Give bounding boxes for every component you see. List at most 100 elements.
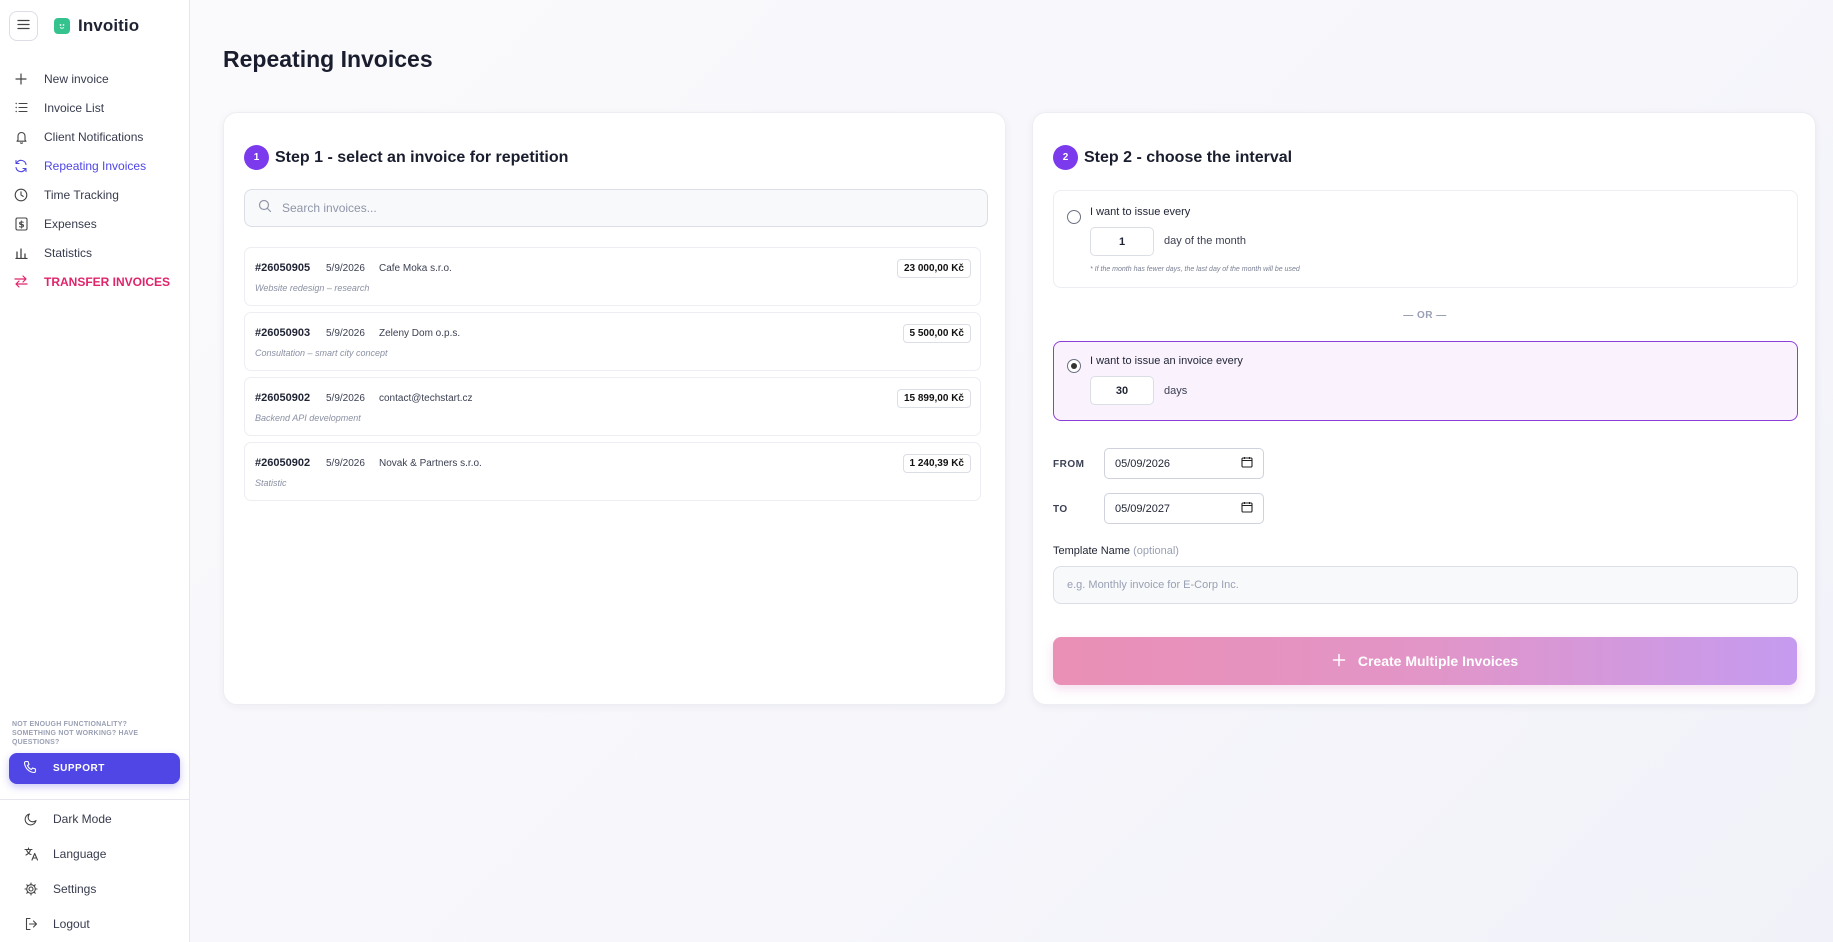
- invoice-number: #26050902: [255, 392, 311, 404]
- sidebar: Invoitio New invoice Invoice List Client…: [0, 0, 190, 942]
- invoice-amount: 5 500,00 Kč: [902, 324, 971, 343]
- app-name: Invoitio: [78, 16, 140, 35]
- moon-icon: [23, 811, 39, 827]
- interval-option-every-n-days[interactable]: I want to issue an invoice every days: [1053, 341, 1798, 421]
- gear-icon: [23, 881, 39, 897]
- step2-card: 2 Step 2 - choose the interval I want to…: [1032, 112, 1816, 705]
- step1-card: 1 Step 1 - select an invoice for repetit…: [223, 112, 1006, 705]
- step-badge: 2: [1053, 145, 1078, 170]
- to-label: TO: [1053, 504, 1068, 515]
- list-icon: [13, 100, 29, 116]
- sidebar-bottom-nav: Dark Mode Language Settings Logout: [0, 801, 190, 941]
- bottom-item-label: Logout: [53, 916, 90, 931]
- day-of-month-radio[interactable]: [1067, 210, 1081, 224]
- dollar-icon: $: [13, 216, 29, 232]
- sidebar-item-label: New invoice: [44, 71, 109, 86]
- invoice-row[interactable]: #26050902 5/9/2026 contact@techstart.cz …: [244, 377, 981, 436]
- create-button-label: Create Multiple Invoices: [1357, 653, 1519, 669]
- sidebar-item-label: Time Tracking: [44, 187, 119, 202]
- sidebar-item-repeating-invoices[interactable]: Repeating Invoices: [0, 151, 190, 180]
- sidebar-item-new-invoice[interactable]: New invoice: [0, 64, 190, 93]
- from-date-input[interactable]: 05/09/2026: [1104, 448, 1264, 479]
- or-separator: — OR —: [1403, 310, 1447, 321]
- divider: [0, 799, 190, 800]
- invoice-date: 5/9/2026: [326, 263, 365, 274]
- plus-icon: [1332, 653, 1346, 670]
- step2-header: 2 Step 2 - choose the interval: [1053, 145, 1292, 170]
- svg-text:$: $: [18, 220, 24, 230]
- sidebar-item-label: Expenses: [44, 216, 97, 231]
- settings-link[interactable]: Settings: [0, 871, 190, 906]
- step-title: Step 1 - select an invoice for repetitio…: [275, 148, 569, 166]
- sidebar-item-client-notifications[interactable]: Client Notifications: [0, 122, 190, 151]
- invoice-row[interactable]: #26050902 5/9/2026 Novak & Partners s.r.…: [244, 442, 981, 501]
- invoice-date: 5/9/2026: [326, 458, 365, 469]
- hamburger-icon: [17, 17, 30, 35]
- calendar-icon: [1241, 456, 1253, 471]
- invoice-description: Statistic: [255, 478, 287, 488]
- logout-link[interactable]: Logout: [0, 906, 190, 941]
- invoice-amount: 1 240,39 Kč: [902, 454, 971, 473]
- search-input[interactable]: [282, 201, 962, 215]
- invoice-date: 5/9/2026: [326, 393, 365, 404]
- option-label: I want to issue an invoice every: [1090, 355, 1243, 367]
- sidebar-item-label: Repeating Invoices: [44, 158, 147, 173]
- option-unit: days: [1164, 385, 1188, 397]
- days-interval-input[interactable]: [1090, 376, 1154, 405]
- sidebar-item-transfer-invoices[interactable]: TRANSFER INVOICES: [0, 267, 190, 296]
- option-unit: day of the month: [1164, 235, 1246, 247]
- sidebar-item-label: TRANSFER INVOICES: [44, 274, 171, 289]
- invoice-client: Zeleny Dom o.p.s.: [379, 328, 461, 339]
- sidebar-nav: New invoice Invoice List Client Notifica…: [0, 64, 190, 296]
- logout-icon: [23, 916, 39, 932]
- template-name-input[interactable]: [1053, 566, 1798, 604]
- transfer-icon: [13, 274, 29, 290]
- logo-icon: [54, 18, 70, 34]
- step1-header: 1 Step 1 - select an invoice for repetit…: [244, 145, 568, 170]
- menu-toggle-button[interactable]: [9, 11, 38, 41]
- invoice-description: Backend API development: [255, 413, 361, 423]
- invoice-description: Website redesign – research: [255, 283, 370, 293]
- from-date-value: 05/09/2026: [1115, 457, 1171, 470]
- translate-icon: [23, 846, 39, 862]
- invoice-row[interactable]: #26050905 5/9/2026 Cafe Moka s.r.o. Webs…: [244, 247, 981, 306]
- dark-mode-toggle[interactable]: Dark Mode: [0, 801, 190, 836]
- sidebar-item-time-tracking[interactable]: Time Tracking: [0, 180, 190, 209]
- invoice-client: Novak & Partners s.r.o.: [379, 458, 482, 469]
- invoice-list: #26050905 5/9/2026 Cafe Moka s.r.o. Webs…: [244, 247, 981, 507]
- refresh-icon: [13, 158, 29, 174]
- to-date-input[interactable]: 05/09/2027: [1104, 493, 1264, 524]
- every-n-days-radio[interactable]: [1067, 359, 1081, 373]
- sidebar-item-label: Invoice List: [44, 100, 105, 115]
- bottom-item-label: Dark Mode: [53, 811, 112, 826]
- invoice-description: Consultation – smart city concept: [255, 348, 388, 358]
- clock-icon: [13, 187, 29, 203]
- bell-icon: [13, 129, 29, 145]
- invoice-client: contact@techstart.cz: [379, 393, 473, 404]
- sidebar-item-invoice-list[interactable]: Invoice List: [0, 93, 190, 122]
- template-name-label: Template Name (optional): [1053, 545, 1179, 557]
- optional-hint: (optional): [1133, 545, 1179, 557]
- option-note: * If the month has fewer days, the last …: [1090, 266, 1300, 273]
- invoice-number: #26050902: [255, 457, 311, 469]
- day-of-month-input[interactable]: [1090, 227, 1154, 256]
- invoice-amount: 23 000,00 Kč: [896, 259, 971, 278]
- sidebar-item-statistics[interactable]: Statistics: [0, 238, 190, 267]
- invoice-number: #26050905: [255, 262, 311, 274]
- sidebar-item-label: Statistics: [44, 245, 93, 260]
- brand[interactable]: Invoitio: [54, 16, 139, 36]
- bottom-item-label: Language: [53, 846, 107, 861]
- sidebar-item-label: Client Notifications: [44, 129, 144, 144]
- invoice-amount: 15 899,00 Kč: [896, 389, 971, 408]
- invoice-row[interactable]: #26050903 5/9/2026 Zeleny Dom o.p.s. Con…: [244, 312, 981, 371]
- sidebar-item-expenses[interactable]: $ Expenses: [0, 209, 190, 238]
- from-label: FROM: [1053, 459, 1085, 470]
- language-selector[interactable]: Language: [0, 836, 190, 871]
- create-multiple-invoices-button[interactable]: Create Multiple Invoices: [1053, 637, 1797, 685]
- interval-option-day-of-month[interactable]: I want to issue every day of the month *…: [1053, 190, 1798, 288]
- support-button[interactable]: SUPPORT: [9, 753, 180, 784]
- invoice-search[interactable]: [244, 189, 988, 227]
- calendar-icon: [1241, 501, 1253, 516]
- bar-chart-icon: [13, 245, 29, 261]
- step-badge: 1: [244, 145, 269, 170]
